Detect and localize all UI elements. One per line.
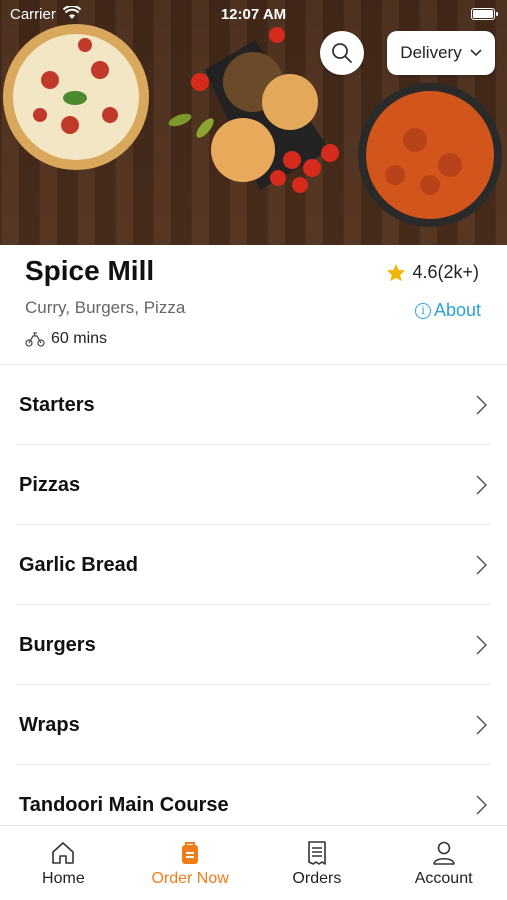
chevron-right-icon — [476, 795, 487, 815]
category-label: Wraps — [19, 713, 80, 736]
about-link[interactable]: i About — [414, 300, 481, 321]
category-row-starters[interactable]: Starters — [0, 365, 507, 445]
category-list: Starters Pizzas Garlic Bread Burgers Wra… — [0, 365, 507, 845]
tab-account[interactable]: Account — [380, 826, 507, 900]
category-label: Garlic Bread — [19, 553, 138, 576]
tab-label: Home — [42, 870, 85, 887]
star-icon — [387, 263, 406, 282]
info-icon: i — [414, 302, 431, 319]
chevron-right-icon — [476, 475, 487, 495]
category-row-wraps[interactable]: Wraps — [0, 685, 507, 765]
search-button[interactable] — [320, 31, 364, 75]
delivery-eta: 60 mins — [25, 330, 107, 348]
chevron-right-icon — [476, 555, 487, 575]
restaurant-name: Spice Mill — [25, 255, 155, 286]
category-label: Burgers — [19, 633, 96, 656]
chevron-right-icon — [476, 715, 487, 735]
chevron-right-icon — [476, 395, 487, 415]
tab-label: Orders — [292, 870, 342, 887]
about-label: About — [433, 300, 481, 320]
status-bar: Carrier 12:07 AM — [0, 0, 507, 28]
order-bag-icon — [182, 842, 199, 864]
receipt-icon — [308, 841, 326, 865]
person-icon — [432, 841, 455, 865]
status-time: 12:07 AM — [220, 6, 287, 23]
category-row-garlic-bread[interactable]: Garlic Bread — [0, 525, 507, 605]
category-label: Pizzas — [19, 473, 81, 496]
bottom-tab-bar: Home Order Now Orders Account — [0, 825, 507, 900]
scooter-icon — [25, 332, 45, 347]
delivery-mode-dropdown[interactable]: Delivery — [387, 31, 495, 75]
tab-home[interactable]: Home — [0, 826, 127, 900]
chevron-down-icon — [470, 49, 482, 57]
category-row-pizzas[interactable]: Pizzas — [0, 445, 507, 525]
chevron-right-icon — [476, 635, 487, 655]
category-label: Starters — [19, 393, 95, 416]
tab-label: Order Now — [151, 870, 229, 887]
tab-orders[interactable]: Orders — [254, 826, 381, 900]
rating-value: 4.6(2k+) — [412, 262, 479, 282]
eta-value: 60 mins — [51, 330, 108, 347]
delivery-mode-label: Delivery — [400, 43, 462, 62]
tab-label: Account — [414, 870, 473, 887]
category-row-burgers[interactable]: Burgers — [0, 605, 507, 685]
search-icon — [332, 43, 352, 63]
hero-banner: Carrier 12:07 AM Delivery — [0, 0, 507, 245]
battery-icon — [471, 8, 498, 20]
cuisine-list: Curry, Burgers, Pizza — [25, 298, 186, 317]
tab-order-now[interactable]: Order Now — [127, 826, 254, 900]
rating-badge: 4.6(2k+) — [386, 262, 479, 283]
category-label: Tandoori Main Course — [19, 793, 229, 816]
home-icon — [52, 842, 75, 864]
